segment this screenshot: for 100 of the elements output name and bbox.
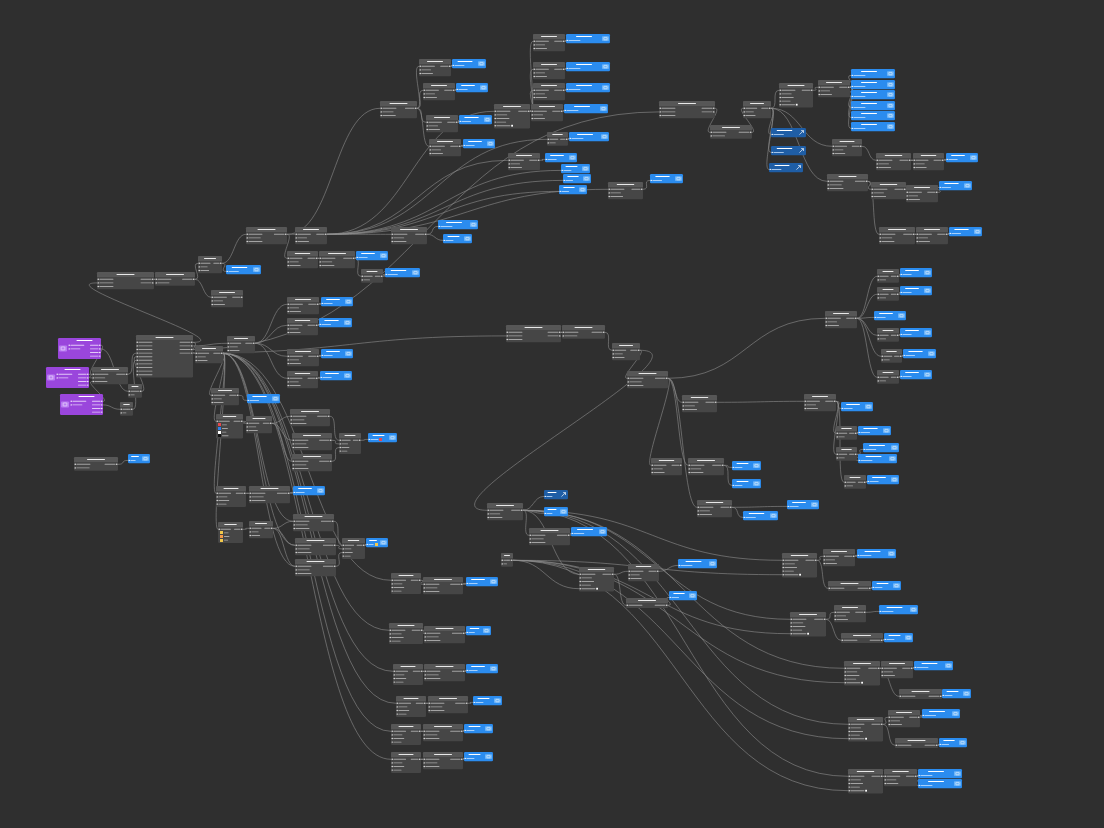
patch-node[interactable]	[97, 272, 154, 290]
patch-node[interactable]	[423, 577, 463, 595]
patch-node[interactable]	[841, 633, 883, 644]
patch-node[interactable]	[612, 343, 640, 361]
layer-node[interactable]	[863, 443, 899, 453]
layer-node[interactable]	[918, 779, 962, 789]
layer-node[interactable]	[321, 349, 353, 359]
layer-node[interactable]	[247, 394, 280, 404]
patch-node[interactable]	[393, 664, 423, 685]
layer-node[interactable]	[884, 633, 913, 643]
patch-node[interactable]	[74, 457, 118, 471]
patch-node[interactable]	[246, 416, 272, 434]
patch-node[interactable]	[396, 696, 426, 717]
patch-node[interactable]	[844, 475, 866, 489]
layer-node[interactable]	[456, 83, 488, 93]
layer-node[interactable]	[464, 752, 493, 762]
patch-node[interactable]	[895, 738, 938, 749]
layer-node[interactable]	[669, 591, 697, 601]
patch-node[interactable]	[531, 104, 563, 122]
layer-node[interactable]	[900, 370, 932, 380]
patch-node[interactable]	[508, 153, 540, 171]
layer-node[interactable]	[464, 724, 493, 734]
patch-node[interactable]	[361, 269, 383, 283]
patch-node[interactable]	[287, 297, 319, 315]
layer-node[interactable]	[544, 507, 568, 517]
patch-node[interactable]	[211, 388, 239, 406]
patch-node[interactable]	[391, 573, 421, 594]
patch-node[interactable]	[218, 522, 243, 543]
layer-node[interactable]	[732, 479, 761, 489]
layer-node[interactable]	[900, 268, 932, 278]
patch-node[interactable]	[292, 433, 332, 451]
layer-node[interactable]	[459, 115, 492, 125]
patch-node[interactable]	[195, 346, 223, 364]
layer-node[interactable]	[918, 769, 962, 779]
patch-node[interactable]	[92, 367, 128, 385]
layer-node[interactable]	[559, 185, 587, 195]
interaction-node[interactable]	[60, 394, 103, 415]
patch-node[interactable]	[627, 371, 668, 389]
layer-node[interactable]	[678, 559, 717, 569]
layer-node[interactable]	[561, 164, 590, 174]
patch-node[interactable]	[888, 710, 920, 728]
patch-node[interactable]	[529, 528, 570, 546]
group-layer-node[interactable]	[769, 163, 803, 173]
patch-node[interactable]	[487, 503, 523, 521]
patch-node[interactable]	[339, 433, 361, 454]
patch-node[interactable]	[877, 328, 899, 342]
patch-node[interactable]	[547, 132, 568, 146]
patch-node[interactable]	[876, 153, 911, 171]
group-layer-node[interactable]	[544, 490, 568, 500]
layer-node[interactable]	[566, 83, 610, 93]
layer-node[interactable]	[545, 153, 577, 163]
patch-node[interactable]	[246, 227, 287, 245]
patch-node[interactable]	[423, 83, 455, 101]
patch-node[interactable]	[688, 458, 724, 476]
patch-node[interactable]	[881, 349, 902, 363]
layer-node[interactable]	[867, 475, 899, 485]
patch-node[interactable]	[782, 553, 817, 578]
patch-node[interactable]	[608, 182, 643, 200]
patch-node[interactable]	[295, 559, 336, 577]
patch-node[interactable]	[287, 318, 318, 336]
patch-node[interactable]	[494, 104, 530, 129]
patch-node[interactable]	[877, 370, 899, 384]
patch-node[interactable]	[743, 101, 771, 119]
layer-node[interactable]	[858, 454, 897, 464]
layer-node[interactable]	[128, 454, 150, 464]
patch-node[interactable]	[877, 269, 899, 283]
patch-node[interactable]	[389, 623, 423, 644]
layer-node[interactable]	[732, 461, 761, 471]
patch-node[interactable]	[287, 349, 319, 367]
layer-node[interactable]	[473, 696, 502, 706]
patch-node[interactable]	[426, 115, 458, 133]
layer-node[interactable]	[851, 101, 895, 111]
patch-node[interactable]	[881, 661, 913, 679]
group-layer-node[interactable]	[771, 146, 806, 156]
patch-node[interactable]	[501, 553, 513, 567]
layer-node[interactable]	[466, 577, 498, 587]
patch-node[interactable]	[877, 287, 899, 301]
patch-node[interactable]	[779, 83, 813, 108]
patch-node[interactable]	[295, 227, 327, 245]
layer-node[interactable]	[571, 527, 607, 537]
patch-node[interactable]	[319, 251, 355, 269]
patch-node[interactable]	[423, 724, 463, 742]
layer-node[interactable]	[851, 111, 895, 121]
patch-node[interactable]	[533, 34, 565, 52]
patch-node[interactable]	[916, 227, 948, 245]
patch-node[interactable]	[216, 414, 243, 439]
patch-node[interactable]	[506, 325, 561, 343]
patch-node[interactable]	[579, 567, 614, 592]
patch-node[interactable]	[249, 486, 290, 504]
layer-node[interactable]	[321, 297, 353, 307]
patch-node[interactable]	[913, 153, 944, 171]
layer-node[interactable]	[356, 251, 388, 261]
patch-node[interactable]	[682, 395, 717, 413]
patch-node[interactable]	[834, 605, 866, 623]
layer-node[interactable]	[563, 174, 591, 184]
patch-node[interactable]	[211, 290, 243, 308]
patch-node[interactable]	[391, 724, 421, 745]
layer-node[interactable]	[949, 227, 982, 237]
patch-node[interactable]	[120, 402, 133, 416]
layer-node[interactable]	[787, 500, 819, 510]
